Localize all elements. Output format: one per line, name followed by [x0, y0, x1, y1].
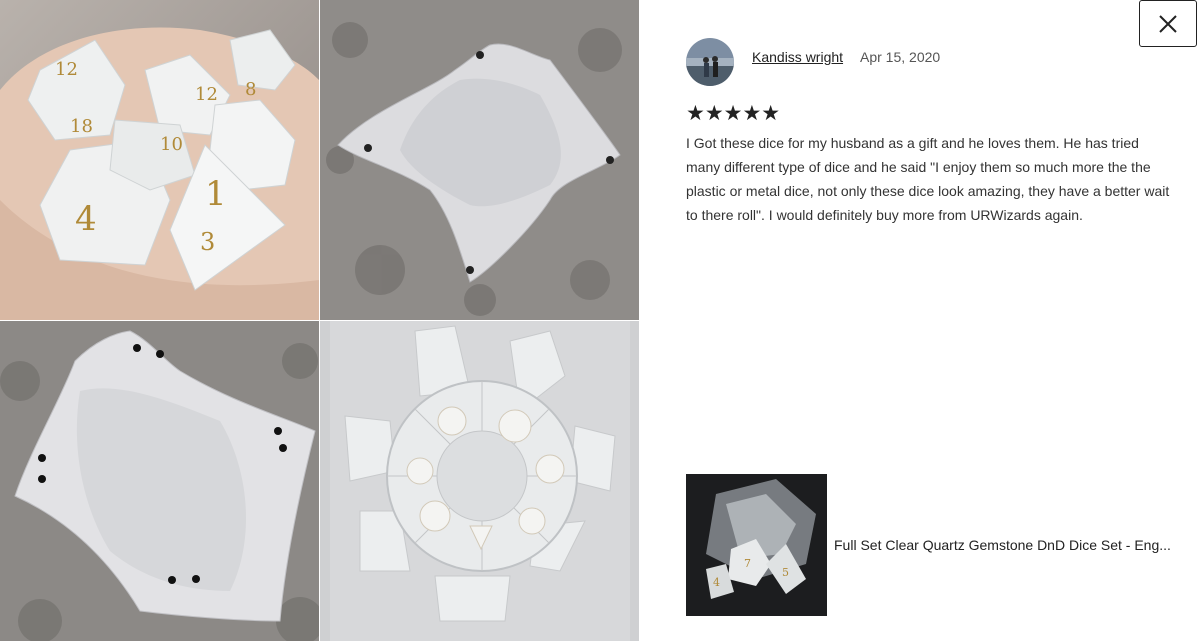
svg-text:4: 4 — [713, 576, 720, 589]
review-text: I Got these dice for my husband as a gif… — [686, 135, 1170, 223]
product-title[interactable]: Full Set Clear Quartz Gemstone DnD Dice … — [834, 537, 1186, 553]
svg-text:5: 5 — [782, 566, 789, 579]
svg-text:7: 7 — [744, 557, 751, 570]
reviewed-product-link[interactable]: 7 5 4 Full Set Clear Quartz Gemstone DnD D… — [686, 474, 1186, 616]
close-icon — [1159, 14, 1177, 33]
flat-dice-tray-photo[interactable] — [0, 321, 319, 641]
svg-text:1: 1 — [205, 174, 227, 214]
svg-text:12: 12 — [195, 84, 218, 105]
dice-case-photo[interactable] — [320, 321, 639, 641]
folded-dice-tray-photo[interactable] — [320, 0, 639, 320]
svg-text:8: 8 — [245, 79, 256, 100]
svg-text:3: 3 — [200, 228, 215, 256]
reviewer-name-link[interactable]: Kandiss wright — [752, 49, 843, 65]
star-rating: ★★★★★ — [686, 101, 781, 125]
svg-text:12: 12 — [55, 59, 78, 80]
svg-text:4: 4 — [75, 199, 97, 239]
svg-text:18: 18 — [70, 116, 93, 137]
review-date: Apr 15, 2020 — [860, 49, 941, 65]
review-photo-gallery: 12 12 8 18 10 4 1 3 — [0, 0, 639, 642]
dice-in-hand-photo[interactable]: 12 12 8 18 10 4 1 3 — [0, 0, 319, 320]
reviewer-avatar — [686, 38, 734, 86]
product-thumbnail[interactable]: 7 5 4 — [686, 474, 827, 616]
svg-text:10: 10 — [160, 134, 183, 155]
close-button[interactable] — [1139, 0, 1197, 47]
